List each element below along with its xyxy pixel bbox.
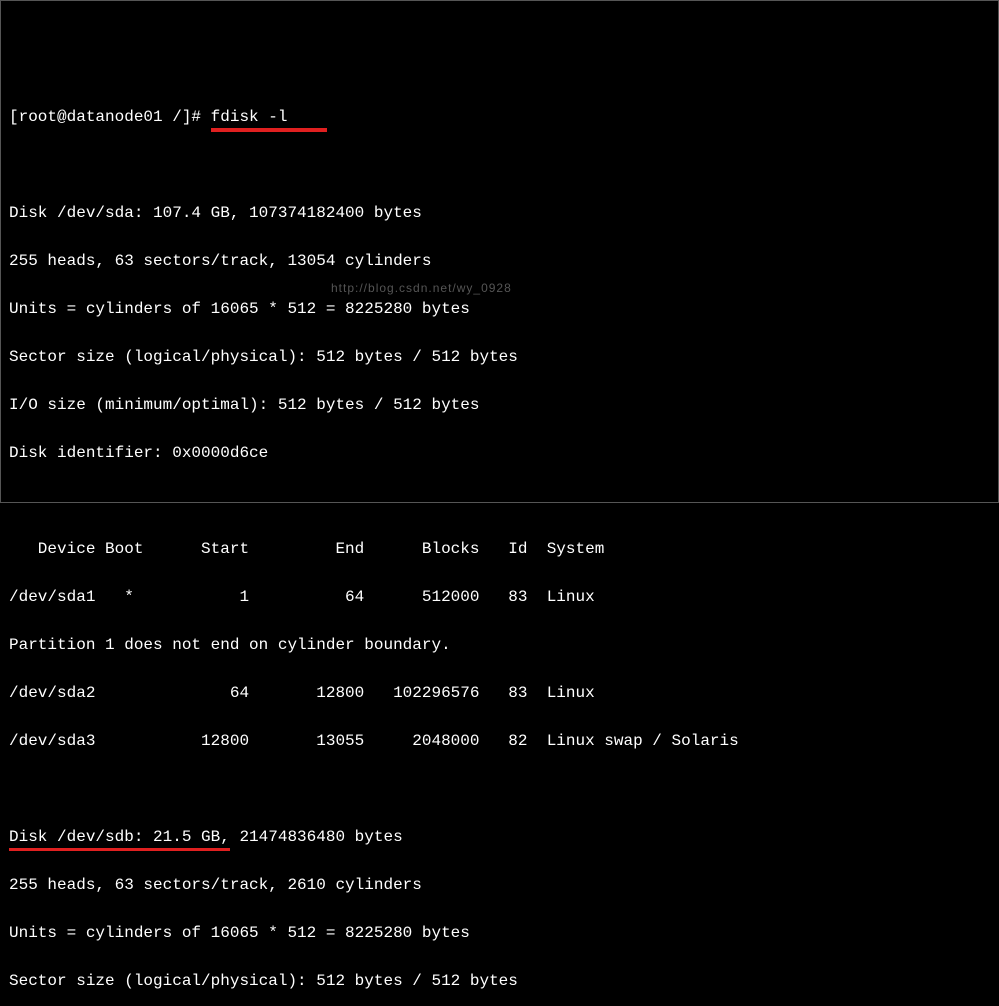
prompt-prefix: [root@datanode01 /]# bbox=[9, 108, 211, 126]
blank-line bbox=[9, 489, 990, 513]
sda-units: Units = cylinders of 16065 * 512 = 82252… bbox=[9, 297, 990, 321]
blank-line bbox=[9, 777, 990, 801]
partition-table-header: Device Boot Start End Blocks Id System bbox=[9, 537, 990, 561]
watermark-text: http://blog.csdn.net/wy_0928 bbox=[331, 279, 512, 297]
sda-geometry: 255 heads, 63 sectors/track, 13054 cylin… bbox=[9, 249, 990, 273]
command-text: fdisk -l bbox=[211, 105, 288, 129]
sdb-units: Units = cylinders of 16065 * 512 = 82252… bbox=[9, 921, 990, 945]
sdb-geometry: 255 heads, 63 sectors/track, 2610 cylind… bbox=[9, 873, 990, 897]
partition-row-sda2: /dev/sda2 64 12800 102296576 83 Linux bbox=[9, 681, 990, 705]
sdb-sector: Sector size (logical/physical): 512 byte… bbox=[9, 969, 990, 993]
partition-boundary-note: Partition 1 does not end on cylinder bou… bbox=[9, 633, 990, 657]
prompt-line[interactable]: [root@datanode01 /]# fdisk -l bbox=[9, 105, 990, 129]
sda-io: I/O size (minimum/optimal): 512 bytes / … bbox=[9, 393, 990, 417]
partition-row-sda3: /dev/sda3 12800 13055 2048000 82 Linux s… bbox=[9, 729, 990, 753]
sda-identifier: Disk identifier: 0x0000d6ce bbox=[9, 441, 990, 465]
sdb-header: Disk /dev/sdb: 21.5 GB, 21474836480 byte… bbox=[9, 825, 990, 849]
sda-header: Disk /dev/sda: 107.4 GB, 107374182400 by… bbox=[9, 201, 990, 225]
partition-row-sda1: /dev/sda1 * 1 64 512000 83 Linux bbox=[9, 585, 990, 609]
blank-line bbox=[9, 153, 990, 177]
sda-sector: Sector size (logical/physical): 512 byte… bbox=[9, 345, 990, 369]
